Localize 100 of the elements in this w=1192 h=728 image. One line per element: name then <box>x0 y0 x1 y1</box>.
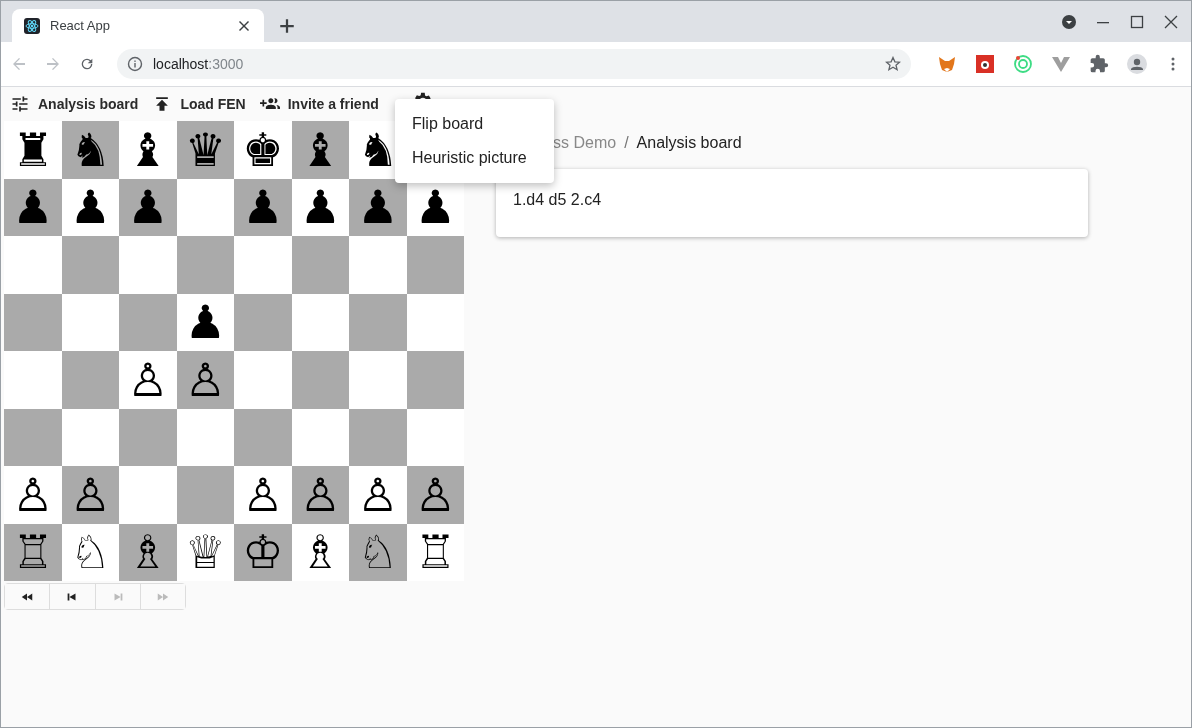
dark-square[interactable]: ♟ <box>119 178 177 236</box>
chess-piece[interactable]: ♟ <box>414 184 456 231</box>
chess-piece[interactable]: ♝ <box>299 126 341 173</box>
address-bar[interactable]: localhost:3000 <box>117 49 911 79</box>
dark-square[interactable] <box>4 293 62 351</box>
chess-piece[interactable]: ♕ <box>184 529 226 576</box>
new-tab-icon[interactable] <box>278 17 296 35</box>
dark-square[interactable] <box>119 408 177 466</box>
chess-piece[interactable]: ♙ <box>357 471 399 518</box>
light-square[interactable] <box>176 178 234 236</box>
target-icon[interactable] <box>1013 54 1033 74</box>
chess-piece[interactable]: ♘ <box>69 529 111 576</box>
light-square[interactable] <box>406 408 464 466</box>
puzzle-icon[interactable] <box>1089 54 1109 74</box>
light-square[interactable] <box>234 236 292 294</box>
chess-piece[interactable]: ♗ <box>127 529 169 576</box>
light-square[interactable]: ♕ <box>176 523 234 581</box>
dark-square[interactable] <box>349 408 407 466</box>
chess-piece[interactable]: ♗ <box>299 529 341 576</box>
dark-square[interactable] <box>406 236 464 294</box>
light-square[interactable]: ♟ <box>176 293 234 351</box>
dark-square[interactable]: ♙ <box>61 466 119 524</box>
light-square[interactable] <box>291 408 349 466</box>
light-square[interactable]: ♙ <box>234 466 292 524</box>
browser-tab[interactable]: React App <box>12 9 264 42</box>
chess-piece[interactable]: ♙ <box>127 356 169 403</box>
light-square[interactable]: ♖ <box>406 523 464 581</box>
light-square[interactable]: ♘ <box>61 523 119 581</box>
light-square[interactable] <box>406 293 464 351</box>
chess-piece[interactable]: ♙ <box>242 471 284 518</box>
light-square[interactable]: ♙ <box>119 351 177 409</box>
dark-square[interactable] <box>234 293 292 351</box>
dark-square[interactable] <box>61 236 119 294</box>
dark-square[interactable]: ♝ <box>291 121 349 179</box>
light-square[interactable] <box>119 236 177 294</box>
light-square[interactable]: ♝ <box>119 121 177 179</box>
dark-square[interactable] <box>61 351 119 409</box>
dark-square[interactable]: ♞ <box>61 121 119 179</box>
maximize-icon[interactable] <box>1129 13 1145 30</box>
light-square[interactable] <box>4 351 62 409</box>
light-square[interactable] <box>176 408 234 466</box>
light-square[interactable]: ♜ <box>4 121 62 179</box>
chess-piece[interactable]: ♙ <box>299 471 341 518</box>
back-icon[interactable] <box>11 56 27 72</box>
chess-piece[interactable]: ♙ <box>184 356 226 403</box>
chess-piece[interactable]: ♟ <box>12 184 54 231</box>
star-icon[interactable] <box>885 56 901 72</box>
light-square[interactable]: ♗ <box>291 523 349 581</box>
chess-piece[interactable]: ♙ <box>69 471 111 518</box>
light-square[interactable] <box>61 408 119 466</box>
dark-square[interactable] <box>176 466 234 524</box>
light-square[interactable]: ♟ <box>61 178 119 236</box>
dark-square[interactable]: ♛ <box>176 121 234 179</box>
breadcrumb-link[interactable]: ss Demo <box>553 134 617 152</box>
dark-square[interactable] <box>349 293 407 351</box>
dark-square[interactable]: ♙ <box>176 351 234 409</box>
chess-piece[interactable]: ♙ <box>414 471 456 518</box>
dark-square[interactable] <box>406 351 464 409</box>
light-square[interactable] <box>291 293 349 351</box>
dark-square[interactable]: ♙ <box>291 466 349 524</box>
dark-square[interactable]: ♘ <box>349 523 407 581</box>
chess-piece[interactable]: ♜ <box>12 126 54 173</box>
chess-piece[interactable]: ♟ <box>242 184 284 231</box>
toolbar-button[interactable]: Analysis board <box>10 94 139 114</box>
chess-piece[interactable]: ♞ <box>69 126 111 173</box>
light-square[interactable]: ♚ <box>234 121 292 179</box>
light-square[interactable] <box>61 293 119 351</box>
dark-square[interactable]: ♔ <box>234 523 292 581</box>
move-nav-button[interactable] <box>5 584 51 609</box>
chess-piece[interactable]: ♟ <box>184 299 226 346</box>
light-square[interactable]: ♙ <box>349 466 407 524</box>
light-square[interactable] <box>234 351 292 409</box>
light-square[interactable] <box>349 236 407 294</box>
v-icon[interactable] <box>1051 54 1071 74</box>
light-square[interactable] <box>4 236 62 294</box>
chess-piece[interactable]: ♚ <box>242 126 284 173</box>
light-square[interactable]: ♟ <box>291 178 349 236</box>
chess-piece[interactable]: ♔ <box>242 529 284 576</box>
bug-icon[interactable] <box>975 54 995 74</box>
forward-icon[interactable] <box>45 56 61 72</box>
dark-square[interactable]: ♟ <box>234 178 292 236</box>
dark-square[interactable] <box>234 408 292 466</box>
dark-square[interactable]: ♙ <box>406 466 464 524</box>
chess-piece[interactable]: ♘ <box>357 529 399 576</box>
dark-square[interactable]: ♟ <box>4 178 62 236</box>
light-square[interactable]: ♙ <box>4 466 62 524</box>
light-square[interactable] <box>119 466 177 524</box>
toolbar-button[interactable]: Load FEN <box>152 94 246 114</box>
chess-piece[interactable]: ♝ <box>127 126 169 173</box>
reload-icon[interactable] <box>79 56 95 72</box>
avatar-icon[interactable] <box>1127 54 1147 74</box>
chess-piece[interactable]: ♖ <box>414 529 456 576</box>
tab-search-icon[interactable] <box>1061 13 1077 30</box>
chess-piece[interactable]: ♖ <box>12 529 54 576</box>
dark-square[interactable]: ♖ <box>4 523 62 581</box>
fox-icon[interactable] <box>937 54 957 74</box>
dark-square[interactable] <box>291 351 349 409</box>
chess-piece[interactable]: ♟ <box>357 184 399 231</box>
toolbar-button[interactable]: Invite a friend <box>259 94 379 114</box>
close-icon[interactable] <box>1163 13 1179 30</box>
